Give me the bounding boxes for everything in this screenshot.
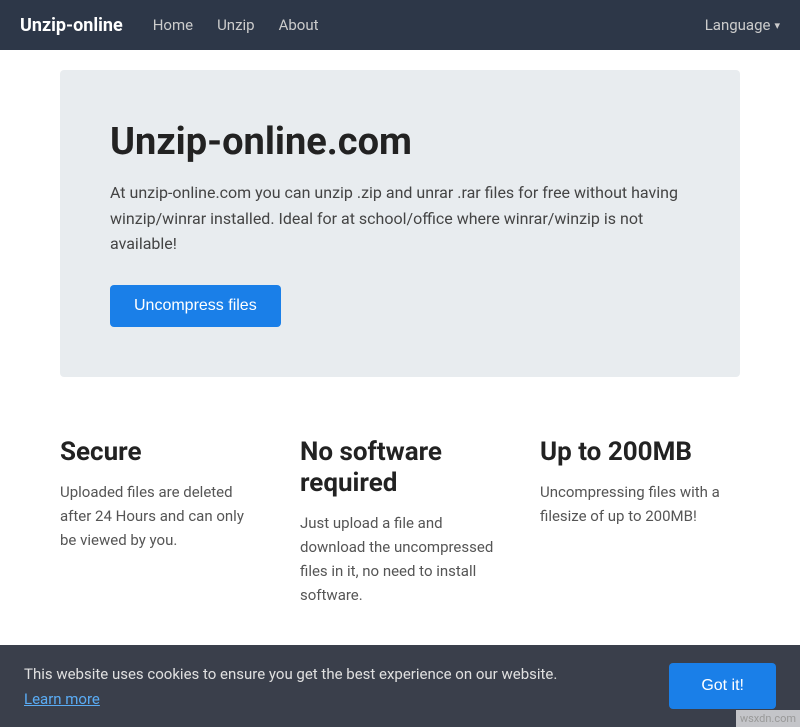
language-label: Language	[705, 16, 771, 34]
feature-no-software-title: No software required	[300, 437, 500, 499]
feature-secure-description: Uploaded files are deleted after 24 Hour…	[60, 480, 260, 552]
nav-links: Home Unzip About	[153, 16, 705, 34]
watermark: wsxdn.com	[736, 710, 800, 727]
navbar-brand[interactable]: Unzip-online	[20, 15, 123, 36]
cookie-text-area: This website uses cookies to ensure you …	[24, 665, 639, 708]
uncompress-button[interactable]: Uncompress files	[110, 285, 281, 327]
feature-no-software-description: Just upload a file and download the unco…	[300, 511, 500, 607]
nav-link-about[interactable]: About	[279, 16, 319, 34]
hero-title: Unzip-online.com	[110, 120, 690, 164]
feature-file-size: Up to 200MB Uncompressing files with a f…	[540, 437, 740, 607]
language-selector[interactable]: Language ▾	[705, 16, 780, 34]
feature-no-software: No software required Just upload a file …	[300, 437, 500, 607]
learn-more-link[interactable]: Learn more	[24, 690, 100, 708]
hero-description: At unzip-online.com you can unzip .zip a…	[110, 180, 690, 257]
features-section: Secure Uploaded files are deleted after …	[0, 397, 800, 647]
cookie-banner: This website uses cookies to ensure you …	[0, 645, 800, 727]
feature-secure-title: Secure	[60, 437, 260, 468]
got-it-button[interactable]: Got it!	[669, 663, 776, 709]
chevron-down-icon: ▾	[774, 19, 780, 32]
feature-secure: Secure Uploaded files are deleted after …	[60, 437, 260, 607]
feature-file-size-title: Up to 200MB	[540, 437, 740, 468]
hero-section: Unzip-online.com At unzip-online.com you…	[60, 70, 740, 377]
nav-link-home[interactable]: Home	[153, 16, 193, 34]
cookie-message: This website uses cookies to ensure you …	[24, 665, 639, 683]
feature-file-size-description: Uncompressing files with a filesize of u…	[540, 480, 740, 528]
navbar: Unzip-online Home Unzip About Language ▾	[0, 0, 800, 50]
nav-link-unzip[interactable]: Unzip	[217, 16, 255, 34]
